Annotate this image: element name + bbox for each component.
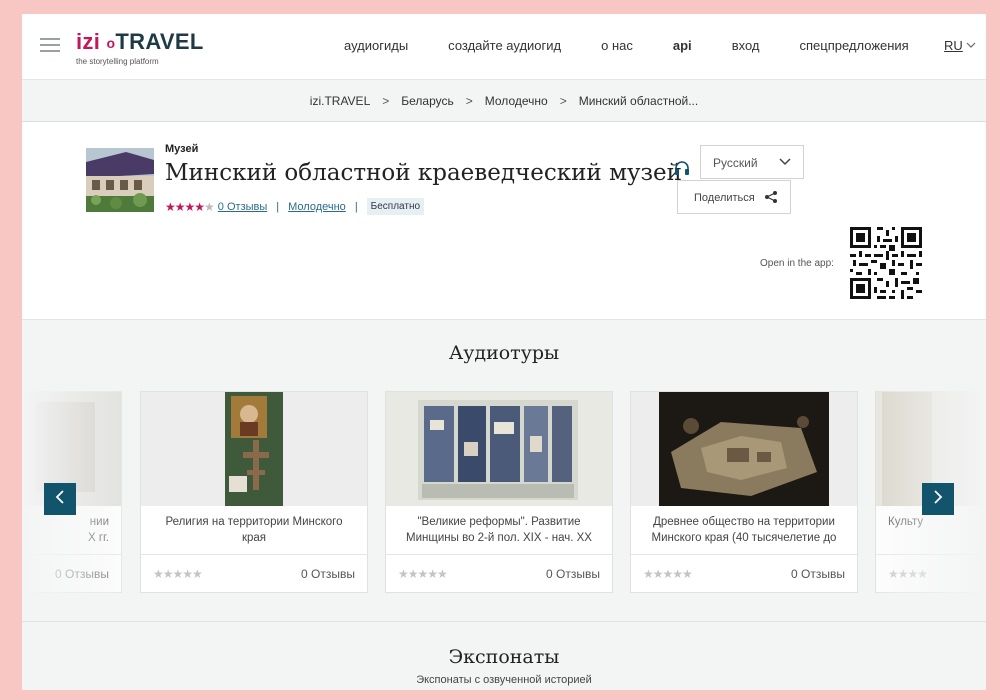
museum-category: Музей [165, 143, 199, 155]
breadcrumb-item-belarus[interactable]: Беларусь [401, 94, 453, 108]
logo-tagline: the storytelling platform [76, 57, 159, 66]
rating-stars-filled: ★★★★ [165, 199, 205, 214]
tour-card-stars: ★★★★★ [643, 567, 693, 581]
izi-travel-logo[interactable]: izi oTRAVEL the storytelling platform [76, 29, 204, 67]
main-nav: аудиогиды создайте аудиогид о нас api вх… [344, 38, 949, 53]
nav-audioguides[interactable]: аудиогиды [344, 38, 408, 53]
nav-special-offers[interactable]: спецпредложения [799, 38, 908, 53]
tour-card-stars: ★★★★★ [153, 567, 203, 581]
language-select-value: Русский [713, 156, 758, 170]
tour-card-stars: ★★★★ [888, 567, 928, 581]
tour-card-title-line-1: нии [89, 516, 109, 528]
meta-separator: | [354, 200, 358, 213]
breadcrumb-item-izi-travel[interactable]: izi.TRAVEL [310, 94, 370, 108]
tour-card-title: нии X гг. [22, 514, 109, 546]
share-label: Поделиться [694, 192, 755, 204]
logo-dot: o [106, 35, 116, 51]
audiotours-title: Аудиотуры [448, 342, 560, 364]
meta-separator: | [276, 200, 280, 213]
nav-create-audioguide[interactable]: создайте аудиогид [448, 38, 561, 53]
logo-izi-text: izi [76, 29, 101, 54]
breadcrumb-item-molodechno[interactable]: Молодечно [485, 94, 548, 108]
tour-card[interactable]: "Великие реформы". Развитие Минщины во 2… [385, 391, 613, 593]
tour-card-reviews: 0 Отзывы [301, 567, 355, 581]
tour-card[interactable]: Религия на территории Минского края ★★★★… [140, 391, 368, 593]
chevron-left-icon [55, 489, 65, 509]
museum-meta: ★★★★★ 0 Отзывы | Молодечно | Бесплатно [165, 198, 425, 215]
tour-card-title: Религия на территории Минского края [165, 516, 343, 544]
tour-card-reviews: 0 Отзывы [55, 567, 109, 581]
tour-card-reviews: 0 Отзывы [546, 567, 600, 581]
audiotours-carousel: нии X гг. 0 Отзывы Религия на территории… [22, 391, 986, 593]
language-switcher[interactable]: RU [944, 38, 963, 53]
logo-travel-text: TRAVEL [115, 29, 204, 54]
tour-card-footer: ★★★★★ 0 Отзывы [631, 554, 857, 592]
tour-card-title: "Великие реформы". Развитие Минщины во 2… [406, 516, 592, 544]
reviews-link[interactable]: 0 Отзывы [218, 201, 267, 213]
breadcrumb-item-current: Минский областной... [578, 94, 699, 108]
carousel-prev-button[interactable] [44, 483, 76, 515]
tour-card-image [386, 392, 612, 506]
exhibits-subtitle: Экспонаты с озвученной историей [416, 674, 592, 686]
price-badge: Бесплатно [366, 198, 425, 215]
open-in-app-label: Open in the app: [760, 258, 834, 269]
nav-login[interactable]: вход [732, 38, 760, 53]
rating-stars: ★★★★★ [165, 199, 215, 214]
headphones-icon [674, 161, 690, 180]
breadcrumb-separator: > [465, 94, 473, 108]
tour-card-image [631, 392, 857, 506]
tour-card-title: Культу [888, 516, 924, 528]
nav-about[interactable]: о нас [601, 38, 633, 53]
tour-card-footer: ★★★★★ 0 Отзывы [141, 554, 367, 592]
chevron-right-icon [933, 489, 943, 509]
share-icon [764, 190, 778, 207]
breadcrumb-separator: > [559, 94, 567, 108]
tour-card-footer: 0 Отзывы [22, 554, 121, 592]
hamburger-menu-icon[interactable] [40, 38, 60, 54]
tour-card-footer: ★★★★★ 0 Отзывы [386, 554, 612, 592]
tour-card[interactable]: Древнее общество на территории Минского … [630, 391, 858, 593]
exhibits-title: Экспонаты [448, 646, 560, 668]
language-select[interactable]: Русский [700, 145, 804, 179]
page-frame: izi oTRAVEL the storytelling platform ау… [22, 14, 986, 690]
breadcrumb-separator: > [382, 94, 390, 108]
qr-code[interactable] [850, 227, 922, 299]
tour-card-title: Древнее общество на территории Минского … [651, 516, 837, 544]
top-navigation-bar: izi oTRAVEL the storytelling platform ау… [22, 14, 986, 80]
tour-card-image [141, 392, 367, 506]
share-button[interactable]: Поделиться [677, 180, 791, 214]
tour-card-footer: ★★★★ [876, 554, 986, 592]
nav-api[interactable]: api [673, 38, 692, 53]
page-title: Минский областной краеведческий музей [165, 160, 682, 186]
rating-stars-empty: ★ [204, 199, 215, 214]
tour-card-stars: ★★★★★ [398, 567, 448, 581]
section-divider [22, 621, 986, 622]
tour-card-reviews: 0 Отзывы [791, 567, 845, 581]
city-link[interactable]: Молодечно [288, 201, 346, 213]
chevron-down-icon [779, 155, 791, 172]
museum-thumbnail [86, 148, 154, 212]
chevron-down-icon[interactable] [966, 41, 976, 51]
tour-card-title-line-2: X гг. [87, 532, 109, 544]
breadcrumb: izi.TRAVEL > Беларусь > Молодечно > Минс… [22, 81, 986, 122]
museum-header: Музей Минский областной краеведческий му… [22, 122, 986, 320]
carousel-next-button[interactable] [922, 483, 954, 515]
